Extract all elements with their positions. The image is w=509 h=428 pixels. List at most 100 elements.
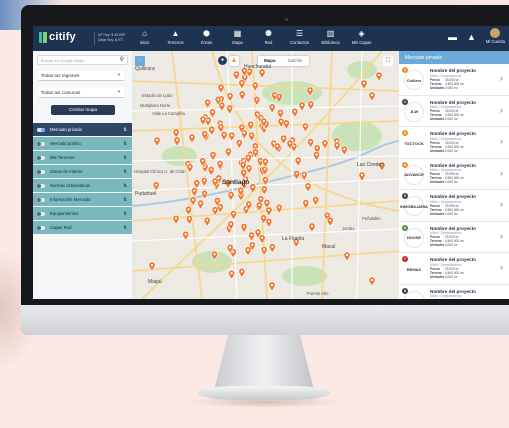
chevron-right-icon[interactable]: › <box>500 199 503 209</box>
chevron-right-icon[interactable]: › <box>500 262 503 272</box>
map-pin-icon[interactable] <box>238 90 246 101</box>
sliders-icon[interactable]: ⇅ <box>123 127 127 133</box>
map-pin-icon[interactable] <box>248 231 256 242</box>
map-pin-icon[interactable] <box>186 163 194 174</box>
map-pin-icon[interactable] <box>307 100 315 111</box>
sliders-icon[interactable]: ⇅ <box>123 169 127 175</box>
nav-item-terrenos[interactable]: ▲ Terrenos <box>160 28 191 45</box>
project-card[interactable]: Colliers 1 Nombre del proyecto Mixto / D… <box>399 64 509 96</box>
project-card[interactable]: HOUSE 6 Nombre del proyecto Mixto / Depa… <box>399 222 509 253</box>
map-pin-icon[interactable] <box>258 68 266 79</box>
citify-logo[interactable]: citify <box>39 31 76 43</box>
search-input[interactable]: Buscar en Google Maps ⚲ <box>37 55 128 65</box>
map-pin-icon[interactable] <box>333 141 341 152</box>
map-pin-icon[interactable] <box>261 176 269 187</box>
map-pin-icon[interactable] <box>197 199 205 210</box>
map-pin-icon[interactable] <box>172 214 180 225</box>
map-pin-icon[interactable] <box>294 156 302 167</box>
sliders-icon[interactable]: ⇅ <box>123 197 127 203</box>
street-view-icon[interactable]: ♟ <box>229 56 239 66</box>
map-pin-icon[interactable] <box>260 185 268 196</box>
map-pin-icon[interactable] <box>326 216 334 227</box>
map-view[interactable]: › ● ♟ Mapa Satélite ⛶ Quilicura Huechurab… <box>132 51 399 299</box>
map-pin-icon[interactable] <box>249 183 257 194</box>
map-pin-icon[interactable] <box>343 251 351 262</box>
layer-item[interactable]: Normas Urbanísticas ⇅ <box>33 179 132 192</box>
sliders-icon[interactable]: ⇅ <box>123 183 127 189</box>
nav-item-contactos[interactable]: ☰ Contactos <box>284 28 315 45</box>
map-pin-icon[interactable] <box>240 223 248 234</box>
location-icon[interactable]: ● <box>218 56 227 65</box>
layer-toggle[interactable] <box>37 169 45 174</box>
sliders-icon[interactable]: ⇅ <box>123 155 127 161</box>
layer-item[interactable]: Zonas de Interés ⇅ <box>33 165 132 178</box>
nav-item-biblioteca[interactable]: ▥ Biblioteca <box>315 28 346 45</box>
map-pin-icon[interactable] <box>291 107 299 118</box>
map-pin-icon[interactable] <box>200 176 208 187</box>
map-pin-icon[interactable] <box>268 103 276 114</box>
chevron-right-icon[interactable]: › <box>500 105 503 115</box>
sliders-icon[interactable]: ⇅ <box>123 141 127 147</box>
map-pin-icon[interactable] <box>209 108 217 119</box>
map-pin-icon[interactable] <box>304 182 312 193</box>
project-card[interactable]: ADVANCE 4 Nombre del proyecto Mixto / De… <box>399 159 509 190</box>
map-pin-icon[interactable] <box>226 92 234 103</box>
layer-toggle[interactable] <box>37 183 45 188</box>
region-select[interactable]: Todas las regiones ▾ <box>39 70 124 81</box>
map-pin-icon[interactable] <box>312 196 320 207</box>
layer-item[interactable]: Mercado privado ⇅ <box>33 123 132 136</box>
layer-item[interactable]: Capas Red ⇅ <box>33 221 132 234</box>
map-pin-icon[interactable] <box>232 70 240 81</box>
map-pin-icon[interactable] <box>220 131 228 142</box>
chevron-right-icon[interactable]: › <box>500 231 503 241</box>
project-card[interactable]: 8 Nombre del proyecto Mixto / Departamen… <box>399 285 509 299</box>
map-pin-icon[interactable] <box>368 91 376 102</box>
map-pin-icon[interactable] <box>188 133 196 144</box>
search-icon[interactable]: ⚲ <box>120 56 124 63</box>
project-card[interactable]: REMAX 7 Nombre del proyecto Mixto / Depa… <box>399 253 509 285</box>
map-pin-icon[interactable] <box>226 104 234 115</box>
nav-item-mapa[interactable]: ▦ Mapa <box>222 28 253 45</box>
map-pin-icon[interactable] <box>265 218 273 228</box>
map-pin-icon[interactable] <box>208 125 216 136</box>
map-pin-icon[interactable] <box>173 136 181 147</box>
map-pin-icon[interactable] <box>340 145 348 156</box>
project-card[interactable]: JLW 2 Nombre del proyecto Mixto / Depart… <box>399 96 509 127</box>
map-pin-icon[interactable] <box>185 215 193 225</box>
map-pin-icon[interactable] <box>203 216 211 227</box>
account-button[interactable]: Mi Cuenta <box>486 28 505 44</box>
map-pin-icon[interactable] <box>282 119 290 130</box>
project-card[interactable]: TOCTOCK 3 Nombre del proyecto Mixto / De… <box>399 127 509 159</box>
map-pin-icon[interactable] <box>280 134 288 145</box>
map-pin-icon[interactable] <box>185 205 193 216</box>
map-pin-icon[interactable] <box>300 171 308 181</box>
layer-toggle[interactable] <box>37 225 45 230</box>
layer-item[interactable]: Equipamientos ⇅ <box>33 207 132 220</box>
map-pin-icon[interactable] <box>301 122 309 133</box>
comuna-select[interactable]: Todas las comunas ▾ <box>39 87 124 98</box>
nav-item-mis-capas[interactable]: ◈ Mis Capas <box>346 28 377 45</box>
map-pin-icon[interactable] <box>204 98 212 109</box>
layer-toggle[interactable] <box>37 155 45 160</box>
chevron-right-icon[interactable]: › <box>500 73 503 83</box>
nav-item-red[interactable]: ⚉ Red <box>253 28 284 45</box>
map-pin-icon[interactable] <box>276 109 284 119</box>
map-pin-icon[interactable] <box>251 81 259 92</box>
layer-toggle[interactable] <box>37 211 45 216</box>
layer-item[interactable]: Mercado público ⇅ <box>33 137 132 150</box>
map-canvas[interactable] <box>132 51 399 299</box>
layer-toggle[interactable] <box>37 127 45 132</box>
map-pin-icon[interactable] <box>248 131 256 142</box>
bell-icon[interactable]: ▲ <box>467 32 476 42</box>
map-pin-icon[interactable] <box>307 138 315 149</box>
chevron-right-icon[interactable]: › <box>500 136 503 146</box>
layer-toggle[interactable] <box>37 141 45 146</box>
center-map-button[interactable]: Centrar mapa <box>51 105 115 115</box>
map-pin-icon[interactable] <box>199 115 207 126</box>
map-pin-icon[interactable] <box>260 245 268 256</box>
map-type-satellite[interactable]: Satélite <box>282 56 309 66</box>
map-pin-icon[interactable] <box>207 166 215 176</box>
map-pin-icon[interactable] <box>228 131 236 142</box>
sliders-icon[interactable]: ⇅ <box>123 225 127 231</box>
map-pin-icon[interactable] <box>313 151 321 162</box>
